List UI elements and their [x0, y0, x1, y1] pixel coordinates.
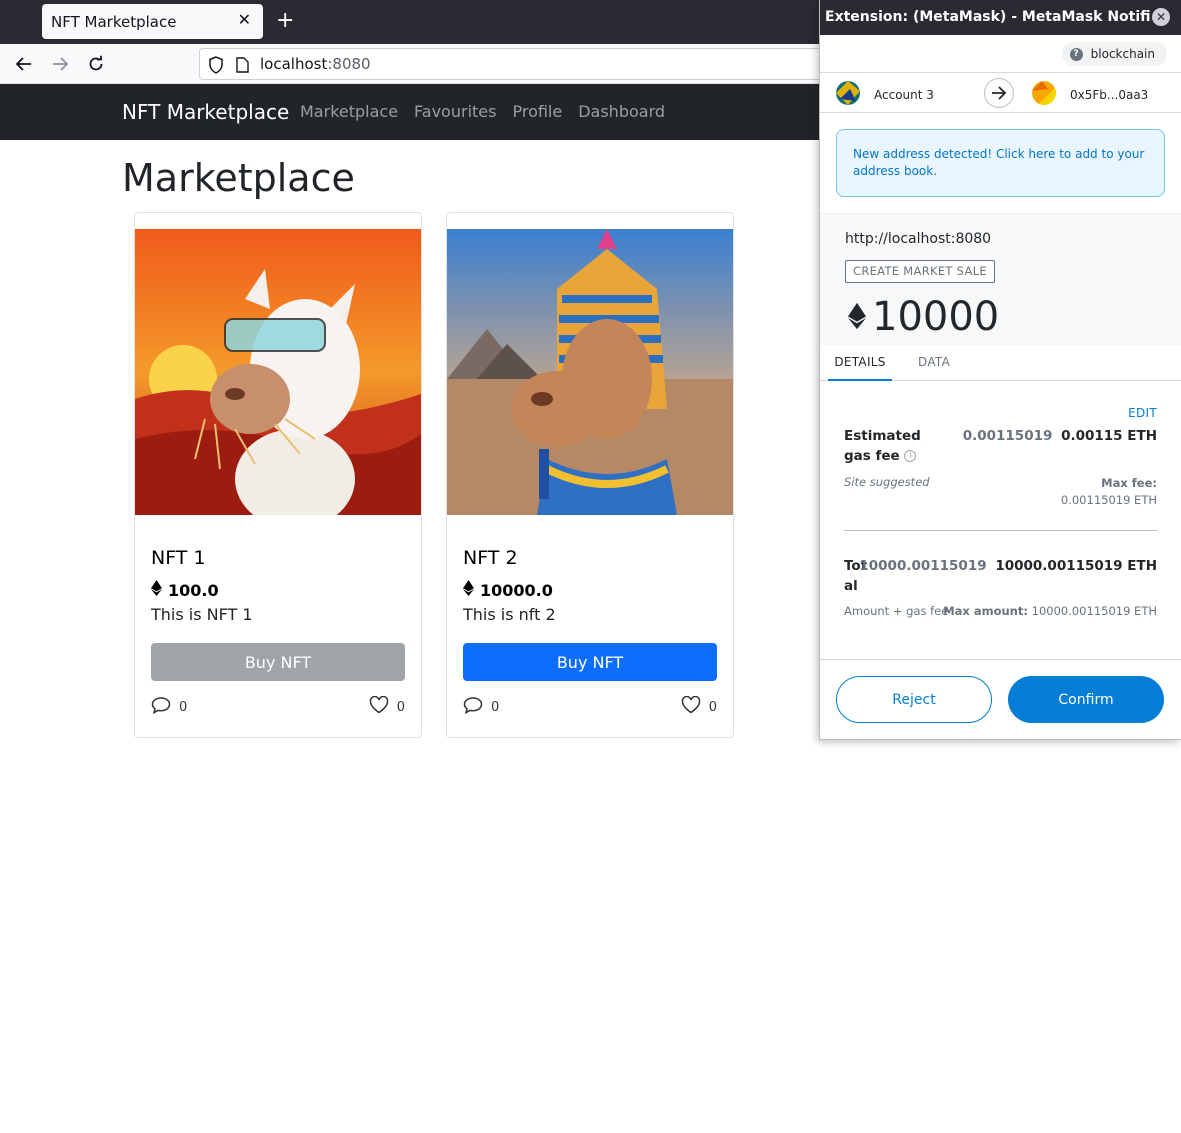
reject-button[interactable]: Reject	[836, 676, 992, 723]
likes-count[interactable]: 0	[369, 695, 405, 718]
url-text: localhost:8080	[260, 55, 371, 73]
amount-plus-gas-label: Amount + gas fee	[844, 604, 949, 618]
likes-value: 0	[708, 699, 717, 715]
total-secondary: 10000.00115019	[859, 558, 987, 574]
forward-icon[interactable]	[49, 53, 71, 75]
total-primary: 10000.00115019 ETH	[995, 558, 1157, 574]
amount-value: 10000	[872, 294, 1000, 340]
new-address-notice[interactable]: New address detected! Click here to add …	[836, 129, 1165, 197]
recipient-avatar	[1032, 81, 1056, 108]
url-port: :8080	[327, 55, 371, 73]
arrow-right-icon	[984, 78, 1014, 108]
ethereum-icon	[463, 580, 474, 600]
reload-icon[interactable]	[85, 53, 107, 75]
likes-count[interactable]: 0	[681, 695, 717, 718]
nft-price-value: 100.0	[168, 580, 219, 600]
gas-fee-primary: 0.00115 ETH	[1061, 428, 1157, 444]
nft-name: NFT 1	[151, 547, 206, 569]
nav-link-dashboard[interactable]: Dashboard	[578, 102, 665, 121]
page-icon	[235, 57, 249, 77]
close-icon[interactable]: ✕	[1152, 8, 1170, 26]
back-icon[interactable]	[13, 53, 35, 75]
comments-count[interactable]: 0	[463, 696, 499, 718]
site-brand[interactable]: NFT Marketplace	[122, 100, 289, 124]
gas-fee-label: Estimated gas fee i	[844, 426, 944, 466]
nft-price-value: 10000.0	[480, 580, 553, 600]
details-tabs: DETAILS DATA	[820, 345, 1181, 381]
network-indicator[interactable]: ? blockchain	[1061, 42, 1167, 66]
buy-nft-button[interactable]: Buy NFT	[463, 643, 717, 681]
comments-count[interactable]: 0	[151, 696, 187, 718]
new-tab-button[interactable]: +	[276, 8, 294, 34]
recipient-address: 0x5Fb...0aa3	[1070, 87, 1149, 102]
nft-name: NFT 2	[463, 547, 518, 569]
max-amount: Max amount: 10000.00115019 ETH	[943, 604, 1157, 618]
nav-link-marketplace[interactable]: Marketplace	[300, 102, 398, 121]
comments-value: 0	[179, 699, 188, 715]
max-amount-value: 10000.00115019 ETH	[1031, 604, 1157, 618]
likes-value: 0	[396, 699, 405, 715]
nav-link-favourites[interactable]: Favourites	[414, 102, 496, 121]
browser-tab[interactable]: NFT Marketplace ✕	[42, 4, 263, 39]
ethereum-icon	[848, 294, 866, 340]
details-divider	[844, 530, 1157, 531]
ethereum-icon	[151, 580, 162, 600]
to-account[interactable]: 0x5Fb...0aa3	[1032, 81, 1148, 108]
nft-image	[135, 229, 421, 515]
tab-details[interactable]: DETAILS	[828, 355, 892, 381]
nft-price: 10000.0	[463, 580, 553, 600]
comments-value: 0	[491, 699, 500, 715]
max-fee: Max fee: 0.00115019 ETH	[1061, 475, 1157, 509]
method-badge: CREATE MARKET SALE	[845, 260, 995, 283]
comment-icon[interactable]	[463, 696, 483, 718]
gas-fee-secondary: 0.00115019	[962, 428, 1053, 444]
heart-icon[interactable]	[369, 695, 389, 718]
buy-nft-button[interactable]: Buy NFT	[151, 643, 405, 681]
metamask-titlebar: Extension: (MetaMask) - MetaMask Notific…	[820, 0, 1181, 35]
transaction-amount: 10000	[848, 294, 999, 340]
nav-link-profile[interactable]: Profile	[512, 102, 562, 121]
max-amount-label: Max amount:	[943, 604, 1028, 618]
nft-price: 100.0	[151, 580, 219, 600]
metamask-window-title: Extension: (MetaMask) - MetaMask Notific…	[825, 9, 1150, 25]
url-host: localhost	[260, 55, 328, 73]
metamask-popup: Extension: (MetaMask) - MetaMask Notific…	[819, 0, 1181, 740]
transaction-summary: http://localhost:8080 CREATE MARKET SALE…	[820, 213, 1181, 345]
site-nav-links: Marketplace Favourites Profile Dashboard	[300, 102, 665, 121]
nft-image	[447, 229, 733, 515]
from-account[interactable]: Account 3	[836, 81, 934, 108]
metamask-footer: Reject Confirm	[820, 659, 1181, 739]
tab-data[interactable]: DATA	[918, 355, 950, 369]
close-icon[interactable]: ✕	[238, 10, 251, 29]
browser-tab-title: NFT Marketplace	[51, 12, 177, 31]
details-panel: EDIT Estimated gas fee i 0.00115019 0.00…	[820, 382, 1181, 660]
account-transfer-bar: Account 3 0x5Fb...0aa3	[820, 72, 1181, 113]
total-values: 10000.00115019 10000.00115019 ETH	[859, 558, 1157, 574]
heart-icon[interactable]	[681, 695, 701, 718]
network-name: blockchain	[1090, 47, 1155, 61]
max-fee-label: Max fee:	[1101, 476, 1157, 490]
nft-card: NFT 2 10000.0 This is nft 2 Buy NFT 0 0	[446, 212, 734, 738]
max-fee-value: 0.00115019 ETH	[1060, 493, 1157, 507]
confirm-button[interactable]: Confirm	[1008, 676, 1164, 723]
site-suggested-label: Site suggested	[844, 475, 930, 489]
account-avatar	[836, 81, 860, 108]
info-icon[interactable]: i	[904, 450, 917, 462]
comment-icon[interactable]	[151, 696, 171, 718]
page-title: Marketplace	[122, 156, 355, 200]
nft-description: This is NFT 1	[151, 605, 253, 624]
gas-fee-values: 0.00115019 0.00115 ETH	[963, 428, 1157, 444]
nft-description: This is nft 2	[463, 605, 556, 624]
from-account-name: Account 3	[874, 87, 934, 102]
edit-gas-link[interactable]: EDIT	[1128, 406, 1157, 420]
nft-card: NFT 1 100.0 This is NFT 1 Buy NFT 0 0	[134, 212, 422, 738]
url-bar[interactable]: localhost:8080	[199, 48, 839, 80]
transaction-origin: http://localhost:8080	[845, 231, 992, 247]
question-icon: ?	[1069, 47, 1083, 61]
shield-icon[interactable]	[208, 56, 224, 78]
